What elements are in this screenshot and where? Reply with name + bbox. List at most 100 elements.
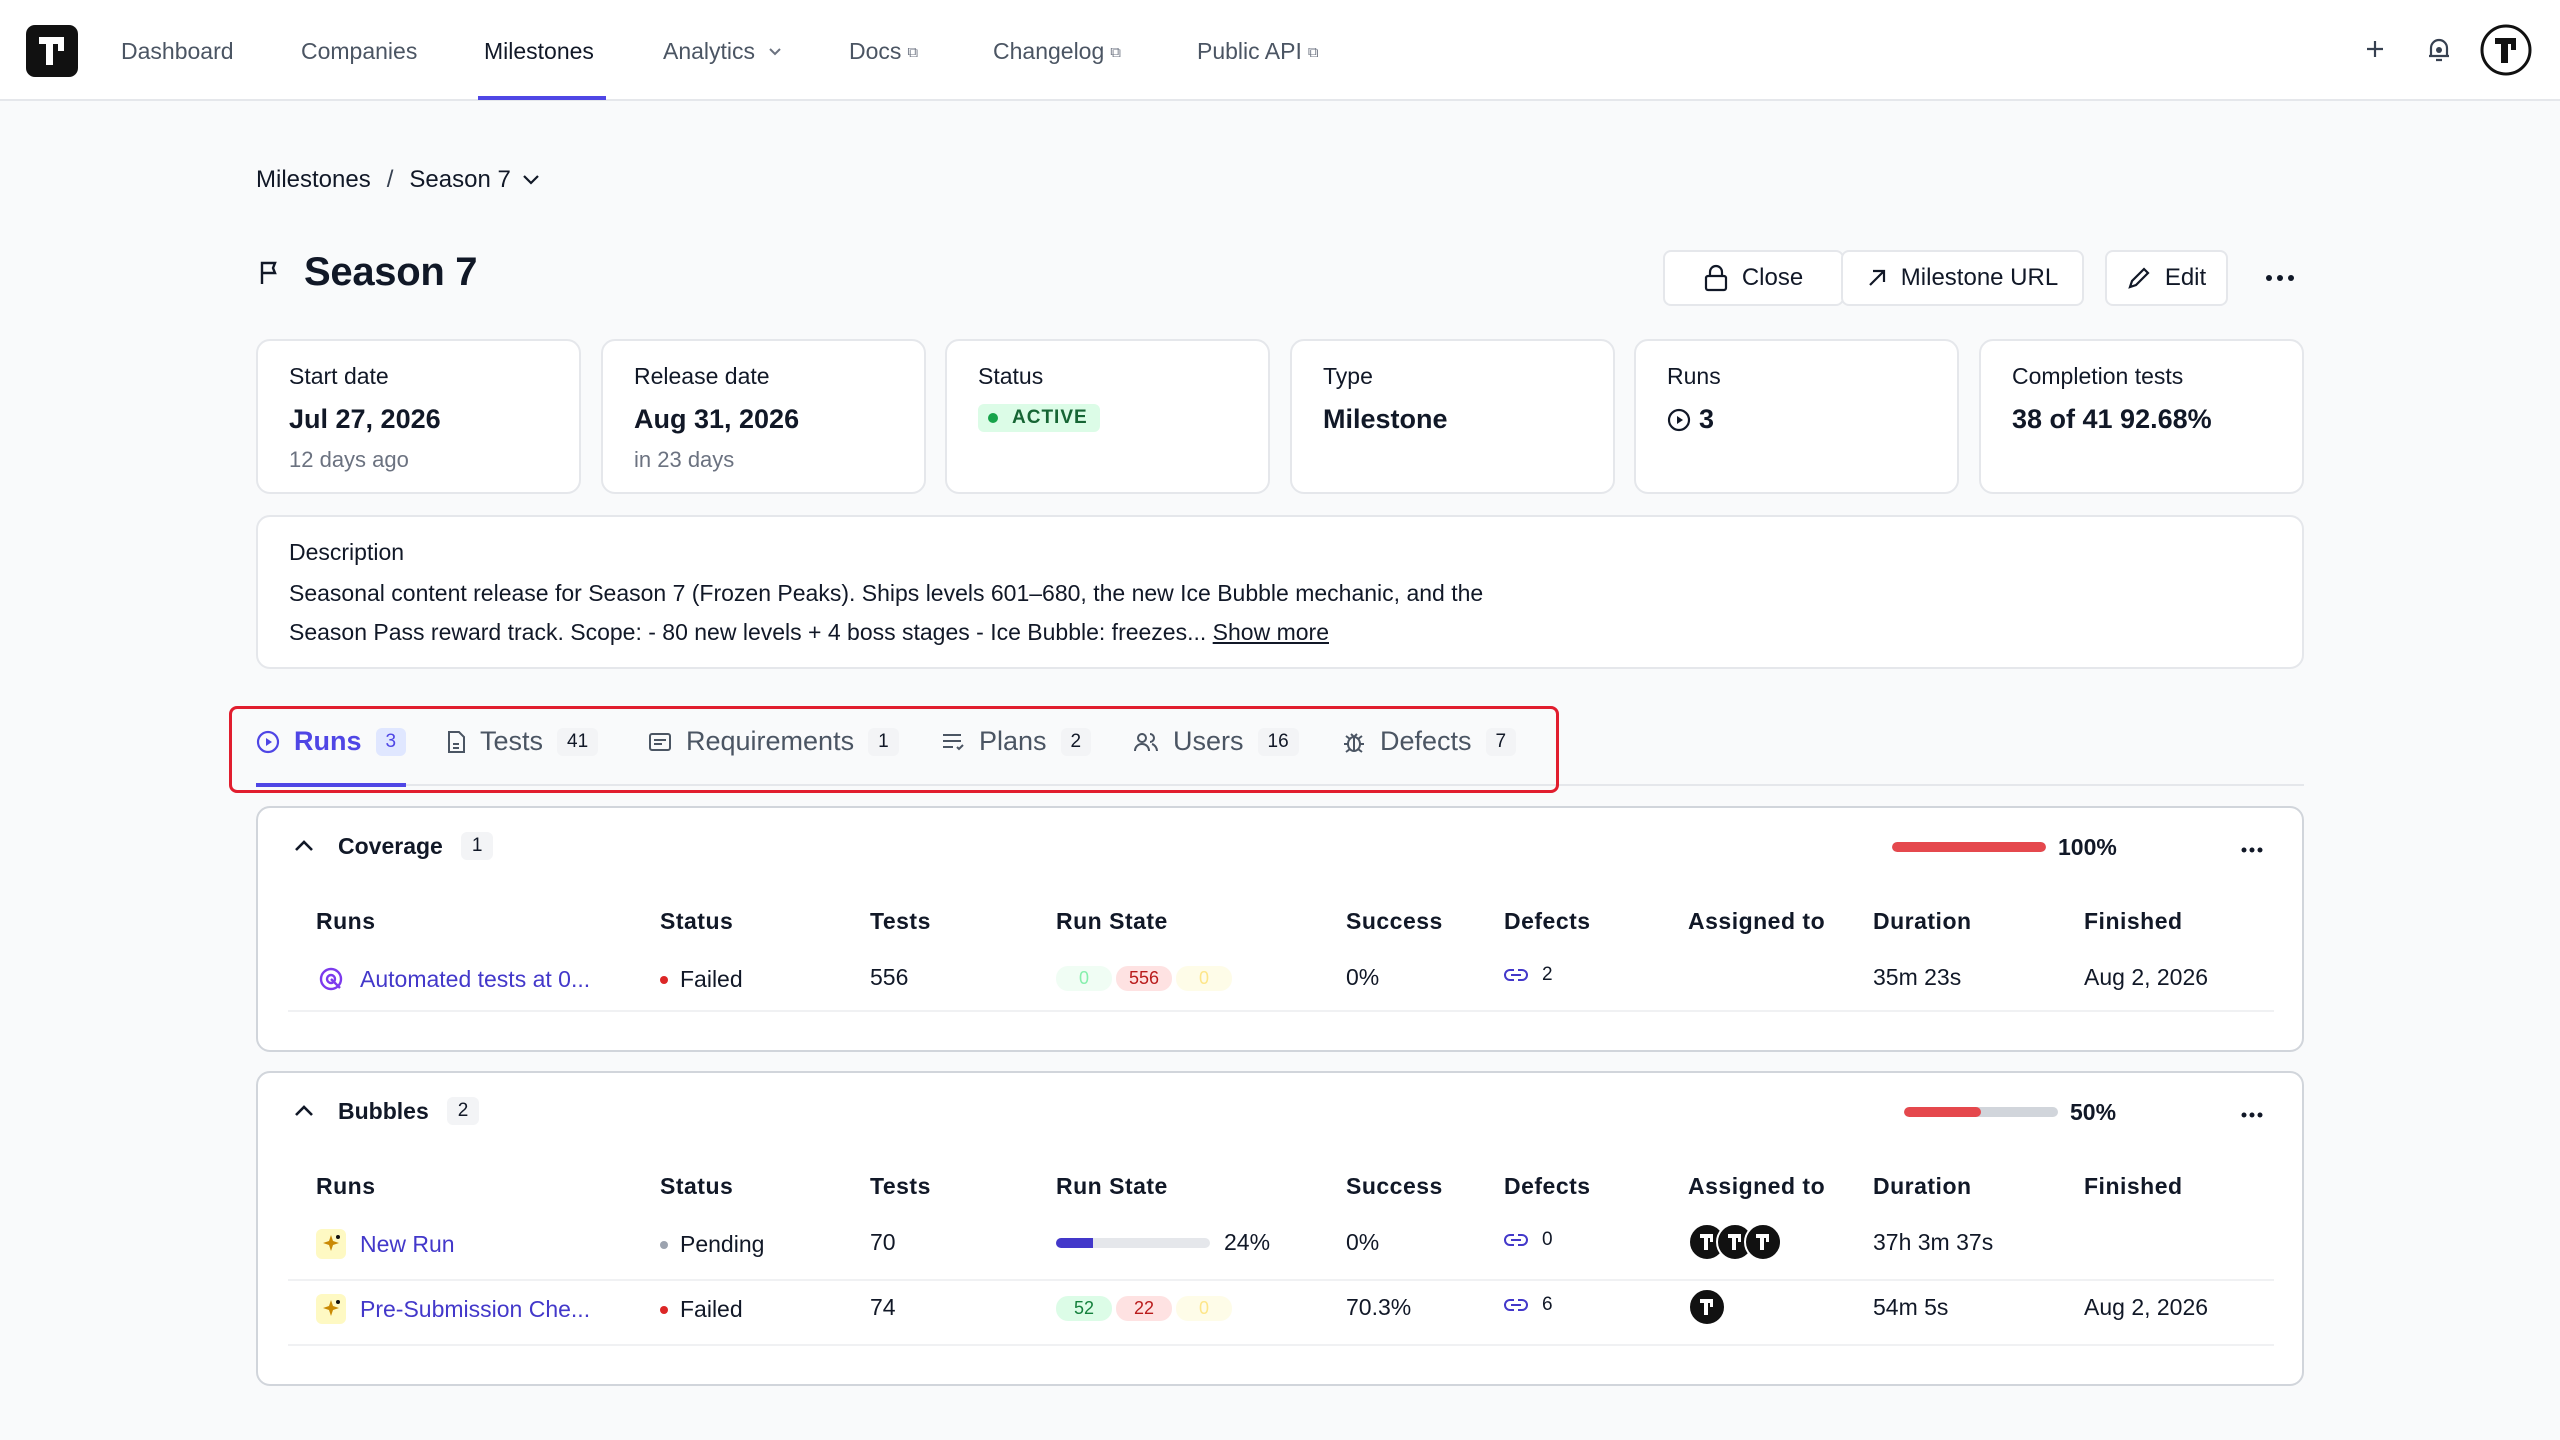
completion-label: Completion tests: [2012, 363, 2184, 389]
description-label: Description: [289, 539, 405, 565]
run-link[interactable]: Automated tests at 0...: [360, 966, 590, 993]
nav-analytics-label: Analytics: [663, 38, 756, 64]
run-progress-bar: [1056, 1237, 1210, 1248]
group-coverage-progress: [1892, 842, 2046, 852]
group-coverage: Coverage 1 100% Runs Status Tests Run St…: [256, 806, 2304, 1052]
status-failed-dot: [660, 1305, 668, 1314]
run-success: 70.3%: [1346, 1294, 1412, 1320]
tab-users-label: Users: [1173, 726, 1244, 756]
group-bubbles-toggle[interactable]: Bubbles 2: [294, 1097, 480, 1125]
breadcrumb-root[interactable]: Milestones: [256, 166, 371, 194]
run-defects-count: 2: [1542, 964, 1553, 985]
passed-count: 0: [1056, 966, 1112, 991]
column-header-duration: Duration: [1873, 908, 1972, 934]
sparkle-icon: [316, 1229, 346, 1259]
nav-analytics[interactable]: Analytics: [663, 37, 782, 65]
chevron-down-icon[interactable]: [523, 175, 539, 185]
tab-runs[interactable]: Runs 3: [256, 726, 407, 757]
run-status-text: Pending: [680, 1231, 765, 1257]
run-defects[interactable]: 6: [1504, 1294, 1553, 1316]
group-bubbles: Bubbles 2 50% Runs Status Tests Run Stat…: [256, 1071, 2304, 1386]
tab-defects-label: Defects: [1380, 726, 1472, 756]
failed-count: 22: [1116, 1296, 1172, 1321]
completion-value: 38 of 41 92.68%: [2012, 404, 2212, 434]
milestone-url-label: Milestone URL: [1900, 264, 2059, 291]
nav-dashboard[interactable]: Dashboard: [121, 37, 234, 65]
run-defects-count: 6: [1542, 1294, 1553, 1315]
run-link[interactable]: Pre-Submission Che...: [360, 1296, 590, 1323]
document-icon: [448, 730, 465, 753]
user-avatar[interactable]: [2480, 24, 2532, 81]
show-more-link[interactable]: Show more: [1213, 619, 1329, 645]
tab-plans[interactable]: Plans 2: [941, 726, 1092, 757]
group-coverage-name: Coverage: [338, 832, 443, 859]
nav-docs[interactable]: Docs ⧉: [849, 37, 918, 67]
edit-button[interactable]: Edit: [2105, 250, 2228, 306]
run-defects[interactable]: 0: [1504, 1229, 1553, 1251]
run-duration: 35m 23s: [1873, 964, 1962, 990]
tab-requirements[interactable]: Requirements 1: [648, 726, 899, 757]
requirements-icon: [649, 732, 671, 751]
tabs-divider: [256, 784, 2304, 786]
run-duration: 54m 5s: [1873, 1294, 1949, 1320]
run-status: Pending: [660, 1231, 764, 1258]
table-row-run-name: New Run: [316, 1229, 455, 1259]
tab-requirements-count: 1: [868, 727, 899, 756]
run-state-pills: 52 22 0: [1056, 1296, 1236, 1321]
column-header-runs: Runs: [316, 908, 376, 934]
more-options-icon[interactable]: [2232, 830, 2272, 870]
row-divider: [288, 1279, 2274, 1281]
external-link-icon: ⧉: [1307, 44, 1319, 61]
column-header-finished: Finished: [2084, 1173, 2183, 1199]
close-milestone-button[interactable]: Close: [1663, 250, 1844, 306]
top-navigation: Dashboard Companies Milestones Analytics…: [0, 0, 2560, 101]
nav-docs-label: Docs: [849, 38, 902, 64]
column-header-tests: Tests: [870, 908, 931, 934]
tab-tests-count: 41: [557, 727, 599, 756]
group-coverage-toggle[interactable]: Coverage 1: [294, 832, 494, 860]
group-bubbles-percent: 50%: [2070, 1099, 2117, 1125]
tab-defects[interactable]: Defects 7: [1342, 726, 1517, 757]
nav-public-api-label: Public API: [1197, 38, 1302, 64]
nav-companies-label: Companies: [301, 38, 418, 64]
description-text: Seasonal content release for Season 7 (F…: [289, 574, 1489, 652]
app-logo[interactable]: [26, 25, 78, 77]
column-header-status: Status: [660, 1173, 734, 1199]
plus-icon[interactable]: [2364, 38, 2386, 65]
tab-defects-count: 7: [1485, 727, 1517, 756]
nav-companies[interactable]: Companies: [301, 37, 417, 65]
tab-tests-label: Tests: [480, 726, 544, 756]
type-value: Milestone: [1323, 404, 1448, 434]
assigned-avatars[interactable]: [1688, 1223, 1782, 1261]
sparkle-icon: [316, 1294, 346, 1324]
type-card: Type Milestone: [1290, 339, 1615, 494]
tab-tests[interactable]: Tests 41: [446, 726, 599, 757]
nav-changelog[interactable]: Changelog ⧉: [993, 37, 1121, 67]
page-title: Season 7: [304, 250, 478, 294]
run-status: Failed: [660, 966, 743, 993]
more-options-icon[interactable]: [2232, 1095, 2272, 1135]
run-tests-count: 70: [870, 1229, 896, 1255]
bug-icon: [1344, 732, 1364, 753]
skipped-count: 0: [1176, 966, 1232, 991]
run-progress-percent: 24%: [1224, 1229, 1271, 1255]
assigned-avatars[interactable]: [1688, 1288, 1726, 1326]
notifications-icon[interactable]: [2426, 36, 2452, 69]
run-link[interactable]: New Run: [360, 1231, 455, 1258]
run-defects-count: 0: [1542, 1229, 1553, 1250]
list-icon: [943, 733, 964, 750]
nav-milestones[interactable]: Milestones: [484, 37, 594, 65]
tab-users[interactable]: Users 16: [1133, 726, 1299, 757]
run-defects[interactable]: 2: [1504, 964, 1553, 986]
run-state-progress: 24%: [1056, 1229, 1270, 1256]
group-bubbles-progress: [1904, 1107, 2058, 1117]
group-bubbles-count: 2: [446, 1097, 480, 1125]
status-failed-dot: [660, 975, 668, 984]
milestone-url-button[interactable]: Milestone URL: [1841, 250, 2084, 306]
more-options-icon[interactable]: [2258, 256, 2302, 300]
run-tests-count: 556: [870, 964, 909, 990]
breadcrumb-current[interactable]: Season 7: [409, 166, 510, 194]
nav-public-api[interactable]: Public API ⧉: [1197, 37, 1319, 67]
page-header: Season 7: [258, 250, 478, 295]
failed-count: 556: [1116, 966, 1172, 991]
